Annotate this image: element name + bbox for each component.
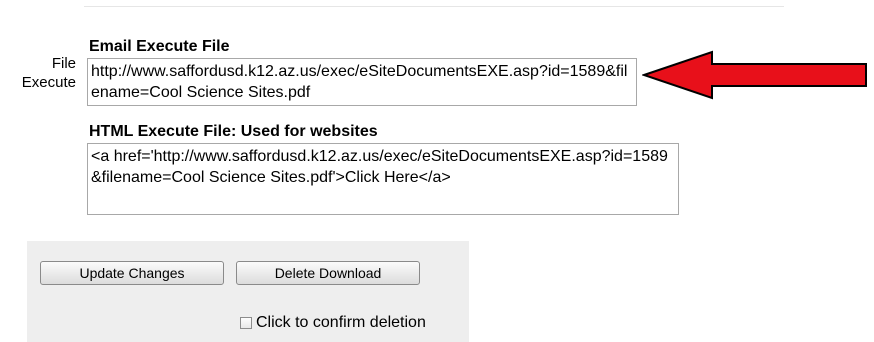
- delete-download-button[interactable]: Delete Download: [236, 261, 420, 285]
- html-execute-textbox[interactable]: <a href='http://www.saffordusd.k12.az.us…: [87, 143, 679, 215]
- html-execute-heading: HTML Execute File: Used for websites: [89, 123, 378, 140]
- update-changes-button[interactable]: Update Changes: [40, 261, 224, 285]
- top-divider: [84, 6, 784, 7]
- action-panel: Update Changes Delete Download Click to …: [27, 241, 469, 342]
- red-arrow-icon: [642, 50, 867, 100]
- confirm-deletion-checkbox[interactable]: [240, 317, 252, 329]
- file-execute-page: File Execute Email Execute File http://w…: [0, 0, 874, 342]
- email-execute-textbox[interactable]: http://www.saffordusd.k12.az.us/exec/eSi…: [87, 58, 637, 106]
- file-execute-label-text: File Execute: [21, 55, 76, 91]
- confirm-deletion-control[interactable]: Click to confirm deletion: [240, 313, 426, 333]
- file-execute-label: File Execute: [0, 54, 76, 92]
- red-arrow-shape: [642, 50, 867, 100]
- email-execute-heading: Email Execute File: [89, 38, 230, 55]
- confirm-deletion-label: Click to confirm deletion: [256, 314, 426, 331]
